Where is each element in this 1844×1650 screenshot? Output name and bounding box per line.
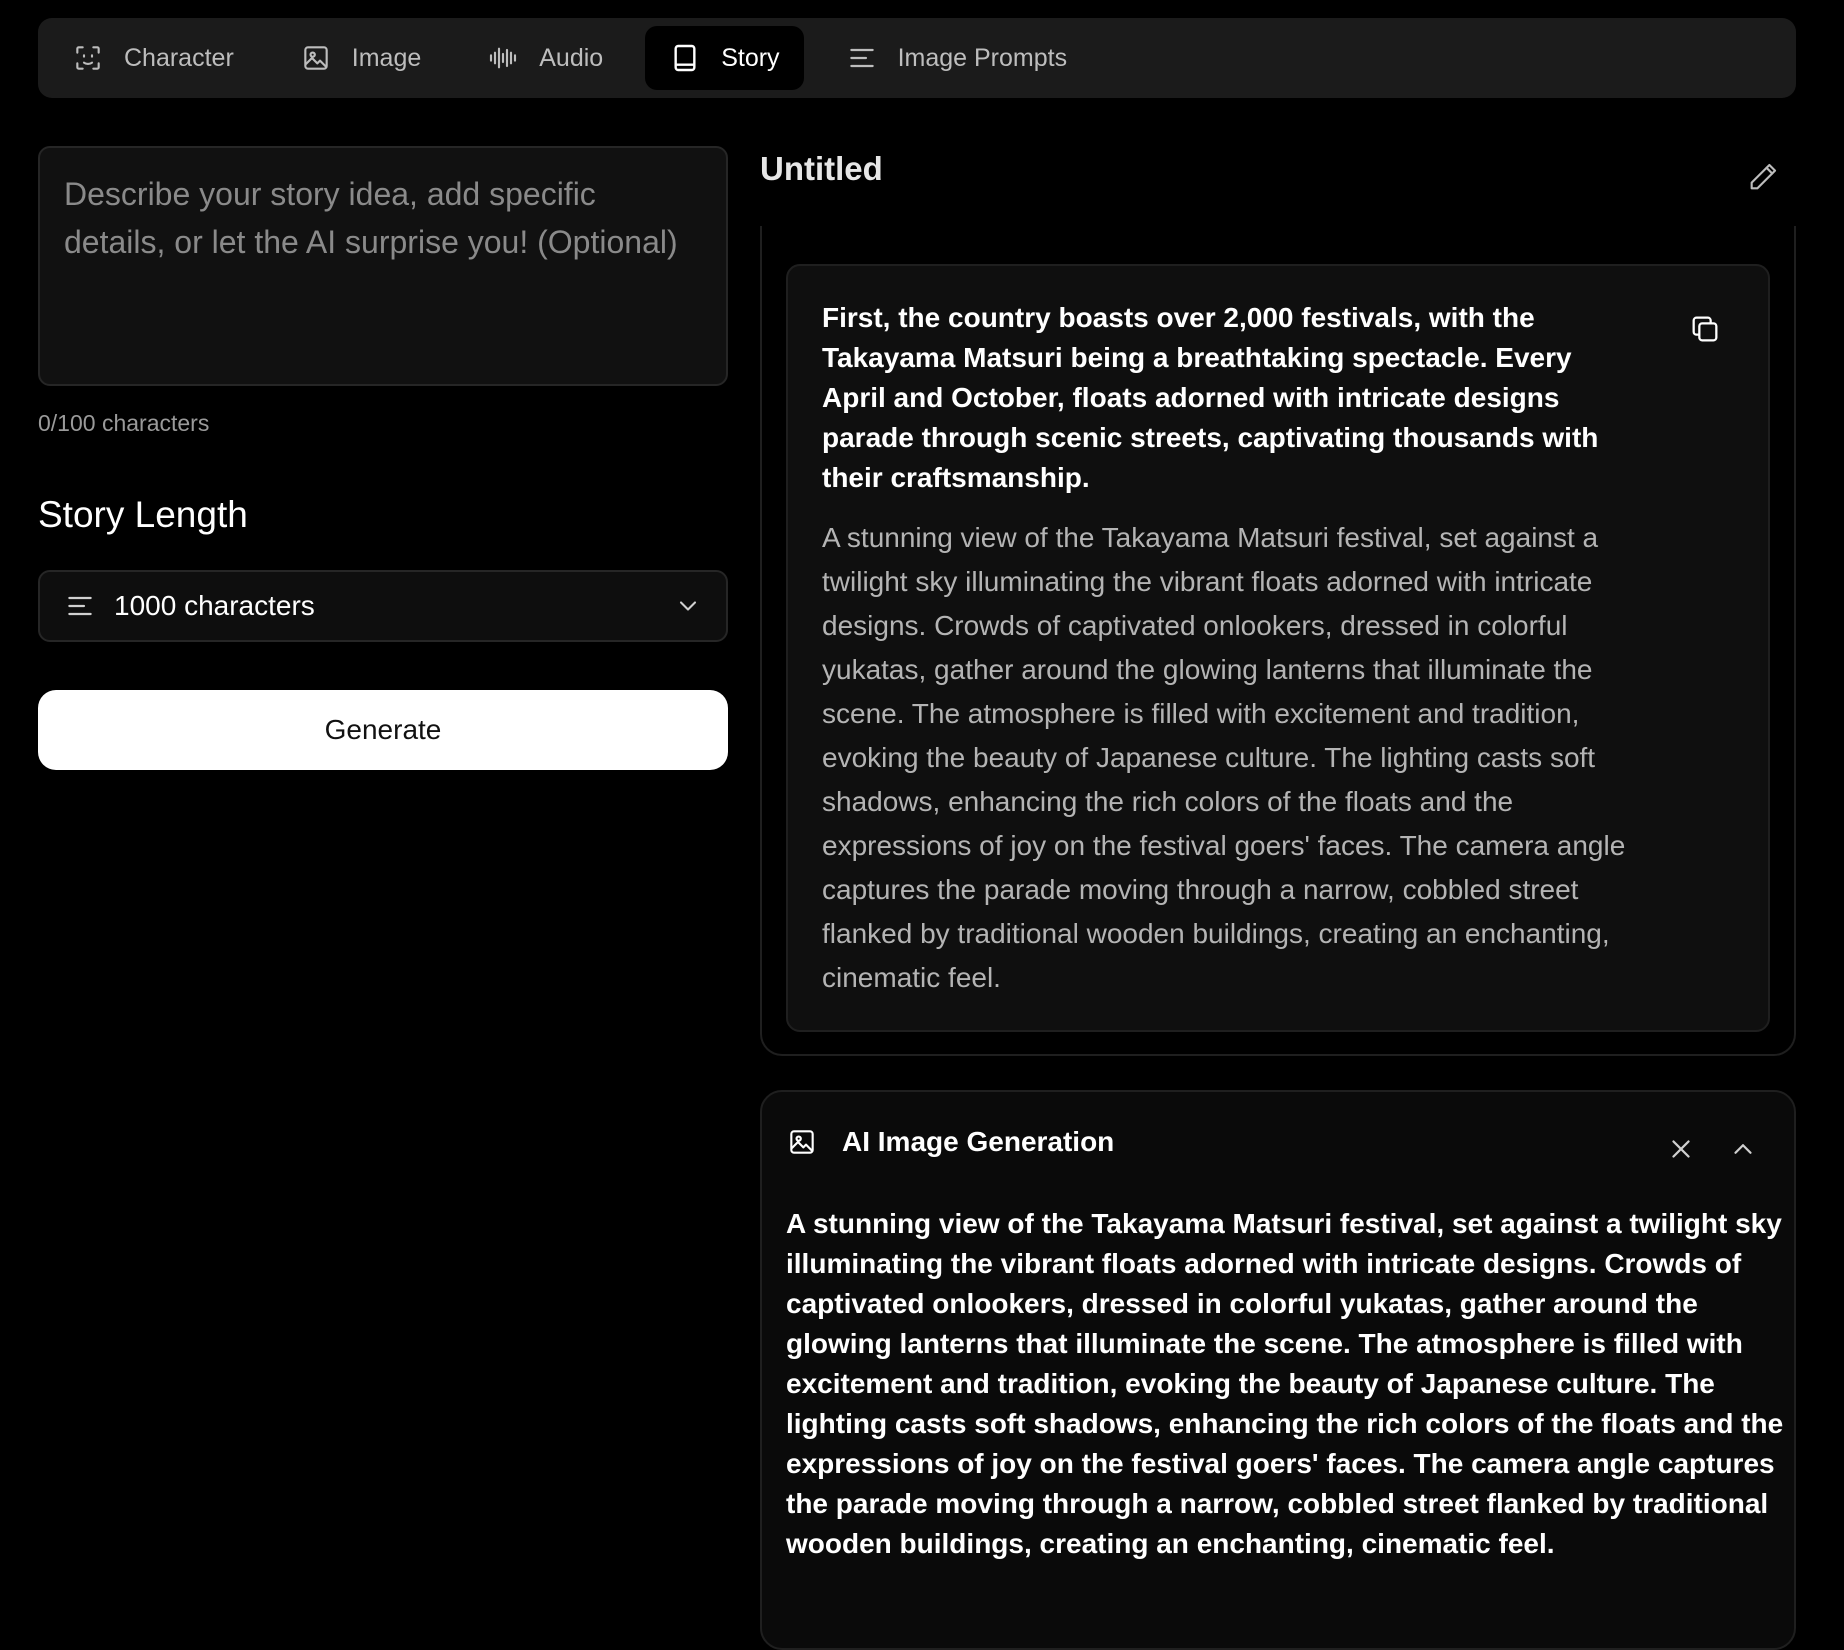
face-scan-icon (72, 42, 104, 74)
text-lines-icon (64, 590, 96, 622)
story-length-heading: Story Length (38, 494, 248, 535)
tab-image[interactable]: Image (276, 26, 445, 90)
tab-image-prompts[interactable]: Image Prompts (822, 26, 1092, 90)
book-icon (669, 42, 701, 74)
tab-audio[interactable]: Audio (463, 26, 627, 90)
chevron-down-icon (674, 592, 702, 620)
tab-image-label: Image (351, 43, 422, 72)
chevron-up-icon[interactable] (1728, 1134, 1758, 1164)
story-length-value: 1000 characters (114, 590, 315, 621)
generate-button[interactable]: Generate (38, 690, 728, 770)
text-lines-icon (846, 42, 878, 74)
ai-image-generation-title: AI Image Generation (842, 1126, 1115, 1157)
image-icon (786, 1126, 818, 1158)
ai-image-generation-panel: AI Image Generation A stunning view of t… (760, 1090, 1796, 1650)
story-image-prompt-text: A stunning view of the Takayama Matsuri … (822, 522, 1626, 993)
edit-pencil-icon[interactable] (1746, 160, 1780, 194)
tab-image-prompts-label: Image Prompts (897, 43, 1068, 72)
story-length-select[interactable]: 1000 characters (38, 570, 728, 642)
story-paragraph-text: First, the country boasts over 2,000 fes… (822, 302, 1599, 493)
audio-waveform-icon (487, 42, 519, 74)
ai-image-generation-header: AI Image Generation (786, 1126, 1114, 1158)
image-icon (300, 42, 332, 74)
close-icon[interactable] (1666, 1134, 1696, 1164)
tab-story[interactable]: Story (645, 26, 804, 90)
tab-character-label: Character (124, 43, 234, 72)
tab-story-label: Story (721, 43, 780, 72)
ai-image-generation-prompt: A stunning view of the Takayama Matsuri … (786, 1208, 1784, 1559)
tab-bar: Character Image Audio Story Image Prompt… (38, 18, 1796, 98)
story-idea-input[interactable] (64, 170, 702, 362)
copy-icon[interactable] (1688, 312, 1722, 346)
story-idea-box (38, 146, 728, 386)
char-counter: 0/100 characters (38, 410, 210, 436)
tab-character[interactable]: Character (48, 26, 258, 90)
tab-audio-label: Audio (539, 43, 604, 72)
story-paragraph-card: First, the country boasts over 2,000 fes… (786, 264, 1770, 1032)
story-title: Untitled (760, 150, 883, 187)
